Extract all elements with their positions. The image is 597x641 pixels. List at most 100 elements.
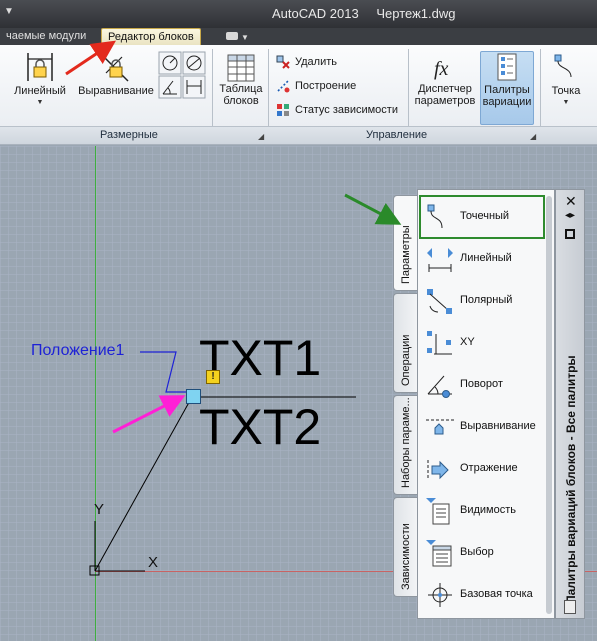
diameter-constraint-icon[interactable]: [182, 51, 206, 75]
properties-icon[interactable]: [565, 229, 575, 239]
palette-item-alignment[interactable]: Выравнивание: [422, 408, 542, 446]
chevron-down-icon: ▼: [36, 99, 44, 106]
palette-body: Точечный Линейный Полярный XY Поворот Вы…: [417, 189, 555, 619]
palette-item-label: XY: [460, 336, 475, 348]
authoring-palettes-button[interactable]: Палитры вариации: [480, 51, 534, 125]
parameters-manager-label-1: Диспетчер: [418, 83, 472, 95]
ribbon-display-toggle[interactable]: ▼: [224, 30, 249, 42]
block-authoring-palette: Параметры Операции Наборы параме... Зави…: [393, 189, 585, 619]
flip-param-icon: [427, 460, 449, 480]
construction-icon: [277, 80, 290, 93]
parameter-name-label[interactable]: Положение1: [31, 342, 124, 360]
tab-parameter-sets[interactable]: Наборы параме...: [393, 395, 417, 495]
delete-constraints-label: Удалить: [295, 55, 337, 68]
tab-actions[interactable]: Операции: [393, 293, 417, 393]
close-icon[interactable]: ✕: [565, 193, 577, 210]
parameters-manager-label-2: параметров: [414, 95, 476, 107]
align-constraint-button[interactable]: Выравнивание: [78, 51, 154, 97]
polar-param-icon: [427, 289, 452, 314]
basepoint-param-icon: [428, 583, 452, 607]
tab-parameter-sets-label: Наборы параме...: [400, 397, 412, 488]
palettes-icon: [497, 53, 517, 81]
palette-item-point[interactable]: Точечный: [419, 195, 545, 239]
palette-item-rotation[interactable]: Поворот: [422, 366, 542, 404]
constraint-status-label: Статус зависимости: [295, 103, 398, 116]
palette-item-label: Видимость: [460, 504, 516, 516]
align-constraint-icon: [103, 56, 129, 82]
lookup-param-icon: [426, 540, 452, 567]
block-table-label-1: Таблица: [219, 83, 263, 95]
constraint-status-icon: [277, 104, 289, 116]
linear-constraint-button[interactable]: Линейный ▼: [12, 51, 68, 109]
ribbon-panel: Линейный ▼ Выравнивание Таблица блоков У…: [0, 45, 597, 145]
auto-hide-icon[interactable]: ◂▸: [565, 210, 575, 221]
point-parameter-grip[interactable]: [186, 389, 201, 404]
palette-grip-icon[interactable]: [564, 600, 576, 614]
palette-item-xy[interactable]: XY: [422, 324, 542, 362]
dialog-launcher-icon[interactable]: ◢: [258, 132, 264, 141]
angular-constraint-icon[interactable]: [158, 75, 182, 99]
rotate-param-icon: [427, 375, 452, 398]
ribbon-tab-row: чаемые модули Редактор блоков ▼: [0, 28, 597, 45]
tab-actions-label: Операции: [400, 334, 412, 386]
table-icon: [227, 54, 255, 82]
delete-constraints-button[interactable]: Удалить: [276, 55, 337, 69]
window-title: AutoCAD 2013 Чертеж1.dwg: [272, 6, 469, 21]
delete-constraints-icon: [276, 55, 290, 69]
ucs-x-label: X: [148, 554, 159, 571]
palette-item-label: Поворот: [460, 378, 503, 390]
point-parameter-label: Точка: [551, 85, 581, 97]
palette-item-label: Полярный: [460, 294, 513, 306]
ribbon-group-bar: Размерные ◢ Управление ◢: [0, 126, 597, 144]
palette-item-label: Выбор: [460, 546, 494, 558]
xy-param-icon: [427, 331, 452, 355]
palette-item-label: Отражение: [460, 462, 518, 474]
block-table-button[interactable]: Таблица блоков: [216, 53, 266, 107]
palette-item-lookup[interactable]: Выбор: [422, 534, 542, 572]
warning-icon[interactable]: !: [206, 370, 220, 384]
parameters-manager-button[interactable]: fx Диспетчер параметров: [414, 53, 476, 107]
palette-item-label: Выравнивание: [460, 420, 536, 432]
text-txt2[interactable]: TXT2: [199, 402, 321, 452]
point-parameter-icon: [554, 54, 572, 78]
palette-item-polar[interactable]: Полярный: [422, 282, 542, 320]
palette-item-label: Линейный: [460, 252, 512, 264]
app-menu-button[interactable]: ▼: [4, 6, 22, 20]
palette-item-linear[interactable]: Линейный: [422, 240, 542, 278]
linear-param-icon: [427, 248, 453, 272]
tab-parameters-label: Параметры: [400, 225, 412, 284]
authoring-palettes-label-2: вариации: [482, 96, 532, 108]
palette-item-flip[interactable]: Отражение: [422, 450, 542, 488]
linear-constraint-label: Линейный: [14, 85, 66, 97]
tab-plugins[interactable]: чаемые модули: [0, 28, 92, 45]
linear-constraint-icon: [27, 53, 53, 81]
tab-constraints[interactable]: Зависимости: [393, 497, 417, 597]
palette-scrollbar[interactable]: [546, 196, 552, 614]
palette-title-bar[interactable]: ✕ ◂▸ Палитры вариаций блоков - Все палит…: [555, 189, 585, 619]
authoring-palettes-label-1: Палитры: [484, 84, 530, 96]
align-param-icon: [426, 419, 454, 435]
function-fx-icon: fx: [434, 58, 449, 80]
group-label-dimensional: Размерные: [100, 129, 158, 141]
visibility-param-icon: [426, 498, 450, 525]
convert-constraint-icon[interactable]: [182, 75, 206, 99]
point-param-icon: [427, 204, 443, 229]
radial-constraint-icon[interactable]: [158, 51, 182, 75]
ucs-y-label: Y: [94, 501, 105, 518]
palette-item-visibility[interactable]: Видимость: [422, 492, 542, 530]
palette-tabs: Параметры Операции Наборы параме... Зави…: [393, 189, 417, 619]
construction-button[interactable]: Построение: [276, 79, 356, 93]
point-parameter-button[interactable]: Точка ▼: [546, 53, 586, 109]
palette-title: Палитры вариаций блоков - Все палитры: [564, 355, 578, 604]
tab-parameters[interactable]: Параметры: [393, 195, 417, 291]
align-constraint-label: Выравнивание: [78, 85, 154, 97]
title-bar: ▼ AutoCAD 2013 Чертеж1.dwg: [0, 0, 597, 28]
constraint-status-button[interactable]: Статус зависимости: [276, 103, 398, 117]
dialog-launcher-icon[interactable]: ◢: [530, 132, 536, 141]
tab-block-editor[interactable]: Редактор блоков: [101, 28, 201, 45]
palette-item-label: Точечный: [460, 210, 510, 222]
palette-item-label: Базовая точка: [460, 588, 533, 600]
app-name: AutoCAD 2013: [272, 6, 359, 21]
svg-text:fx: fx: [434, 58, 449, 80]
palette-item-basepoint[interactable]: Базовая точка: [422, 576, 542, 614]
